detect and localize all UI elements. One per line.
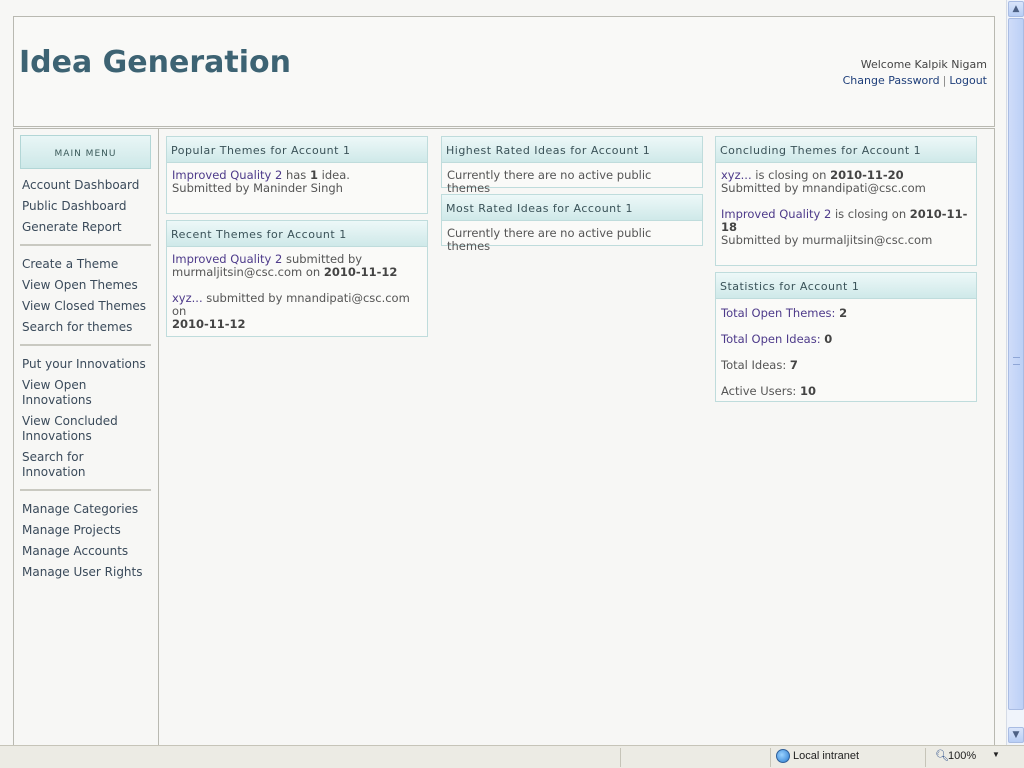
empty-message: Currently there are no active public the… bbox=[447, 226, 652, 253]
menu-divider bbox=[20, 244, 151, 246]
chevron-down-icon[interactable]: ▼ bbox=[992, 750, 1000, 759]
link-separator: | bbox=[942, 74, 947, 87]
theme-link[interactable]: Improved Quality 2 bbox=[172, 252, 282, 266]
stat-row: Total Ideas: 7 bbox=[721, 359, 971, 372]
list-item: xyz... is closing on 2010-11-20 Submitte… bbox=[721, 169, 971, 195]
page: Idea Generation Welcome Kalpik Nigam Cha… bbox=[13, 16, 995, 745]
most-rated-panel: Most Rated Ideas for Account 1 Currently… bbox=[441, 194, 703, 253]
menu-group-innovations: Put your Innovations View Open Innovatio… bbox=[22, 352, 158, 483]
label-text: has bbox=[285, 168, 307, 182]
magnifier-icon[interactable]: 🔍︎ bbox=[935, 749, 949, 762]
statistics-panel: Statistics for Account 1 Total Open Them… bbox=[715, 272, 977, 402]
panel-title: Concluding Themes for Account 1 bbox=[716, 137, 976, 163]
stat-row: Total Open Themes: 2 bbox=[721, 307, 971, 320]
theme-link[interactable]: Improved Quality 2 bbox=[721, 207, 831, 221]
menu-group-dashboards: Account Dashboard Public Dashboard Gener… bbox=[22, 173, 158, 238]
scroll-up-icon[interactable]: ▲ bbox=[1008, 1, 1024, 17]
submitted-by-text: Submitted by mnandipati@csc.com bbox=[721, 181, 926, 195]
label-text: is closing on bbox=[834, 207, 907, 221]
menu-item-manage-user-rights[interactable]: Manage User Rights bbox=[22, 562, 150, 583]
welcome-text: Welcome Kalpik Nigam bbox=[860, 58, 987, 71]
stat-value: 7 bbox=[789, 358, 798, 372]
theme-link[interactable]: Improved Quality 2 bbox=[172, 168, 282, 182]
label-text: idea. bbox=[321, 168, 350, 182]
menu-item-view-open-innovations[interactable]: View Open Innovations bbox=[22, 375, 150, 411]
label-text: submitted by bbox=[285, 252, 363, 266]
date-value: 2010-11-12 bbox=[172, 317, 246, 331]
user-area: Welcome Kalpik Nigam Change Password | Log… bbox=[843, 57, 987, 89]
submitted-by-text: Submitted by murmaljitsin@csc.com bbox=[721, 233, 933, 247]
main-menu-heading: MAIN MENU bbox=[20, 135, 151, 169]
vertical-scrollbar[interactable]: ▲ ▼ bbox=[1006, 0, 1024, 745]
panel-body: Improved Quality 2 submitted by murmalji… bbox=[167, 247, 427, 336]
menu-item-manage-accounts[interactable]: Manage Accounts bbox=[22, 541, 150, 562]
logout-link[interactable]: Logout bbox=[949, 74, 987, 87]
panel-title: Recent Themes for Account 1 bbox=[167, 221, 427, 247]
stat-row: Active Users: 10 bbox=[721, 385, 971, 398]
panel-title: Popular Themes for Account 1 bbox=[167, 137, 427, 163]
label-text: murmaljitsin@csc.com on bbox=[172, 265, 321, 279]
concluding-themes-panel: Concluding Themes for Account 1 xyz... i… bbox=[715, 136, 977, 266]
menu-group-admin: Manage Categories Manage Projects Manage… bbox=[22, 497, 158, 583]
page-title: Idea Generation bbox=[19, 45, 291, 80]
browser-status-bar: Local intranet 🔍︎ 100% ▼ bbox=[0, 745, 1024, 768]
idea-count: 1 bbox=[309, 168, 318, 182]
popular-themes-panel: Popular Themes for Account 1 Improved Qu… bbox=[166, 136, 428, 214]
stat-row: Total Open Ideas: 0 bbox=[721, 333, 971, 346]
scroll-down-icon[interactable]: ▼ bbox=[1008, 727, 1024, 743]
menu-group-themes: Create a Theme View Open Themes View Clo… bbox=[22, 252, 158, 338]
panel-body: xyz... is closing on 2010-11-20 Submitte… bbox=[716, 163, 976, 252]
menu-item-search-themes[interactable]: Search for themes bbox=[22, 317, 150, 338]
highest-rated-panel: Highest Rated Ideas for Account 1 Curren… bbox=[441, 136, 703, 195]
status-pane bbox=[620, 748, 770, 767]
menu-item-search-innovation[interactable]: Search for Innovation bbox=[22, 447, 150, 483]
sidebar: MAIN MENU Account Dashboard Public Dashb… bbox=[14, 129, 159, 745]
grip-icon bbox=[1013, 357, 1020, 365]
browser-viewport: Idea Generation Welcome Kalpik Nigam Cha… bbox=[0, 0, 1006, 745]
stat-value: 2 bbox=[839, 306, 848, 320]
stat-label: Total Ideas: bbox=[721, 358, 787, 372]
panel-title: Statistics for Account 1 bbox=[716, 273, 976, 299]
globe-icon bbox=[776, 749, 790, 763]
security-zone-label: Local intranet bbox=[793, 750, 860, 762]
menu-item-manage-categories[interactable]: Manage Categories bbox=[22, 499, 150, 520]
menu-item-put-innovations[interactable]: Put your Innovations bbox=[22, 354, 150, 375]
zoom-level[interactable]: 100% bbox=[948, 750, 976, 762]
menu-item-view-concluded-innovations[interactable]: View Concluded Innovations bbox=[22, 411, 150, 447]
menu-divider bbox=[20, 489, 151, 491]
total-open-themes-link[interactable]: Total Open Themes: bbox=[721, 306, 835, 320]
theme-link[interactable]: xyz... bbox=[721, 168, 752, 182]
menu-item-view-open-themes[interactable]: View Open Themes bbox=[22, 275, 150, 296]
date-value: 2010-11-12 bbox=[323, 265, 398, 279]
menu-divider bbox=[20, 344, 151, 346]
date-value: 2010-11-20 bbox=[830, 168, 904, 182]
menu-item-generate-report[interactable]: Generate Report bbox=[22, 217, 150, 238]
list-item: Improved Quality 2 is closing on 2010-11… bbox=[721, 208, 971, 247]
panel-body: Improved Quality 2 has 1 idea. Submitted… bbox=[167, 163, 427, 200]
menu-item-view-closed-themes[interactable]: View Closed Themes bbox=[22, 296, 150, 317]
list-item: Improved Quality 2 submitted by murmalji… bbox=[172, 253, 422, 279]
change-password-link[interactable]: Change Password bbox=[843, 74, 940, 87]
menu-item-public-dashboard[interactable]: Public Dashboard bbox=[22, 196, 150, 217]
main-content: MAIN MENU Account Dashboard Public Dashb… bbox=[13, 128, 995, 745]
total-open-ideas-link[interactable]: Total Open Ideas: bbox=[721, 332, 821, 346]
stat-value: 0 bbox=[824, 332, 833, 346]
panel-title: Highest Rated Ideas for Account 1 bbox=[442, 137, 702, 163]
label-text: submitted by mnandipati@csc.com on bbox=[172, 291, 410, 318]
scrollbar-thumb[interactable] bbox=[1008, 18, 1024, 710]
menu-item-account-dashboard[interactable]: Account Dashboard bbox=[22, 175, 150, 196]
stat-label: Active Users: bbox=[721, 384, 797, 398]
menu-item-create-theme[interactable]: Create a Theme bbox=[22, 254, 150, 275]
list-item: xyz... submitted by mnandipati@csc.com o… bbox=[172, 292, 422, 331]
page-header: Idea Generation Welcome Kalpik Nigam Cha… bbox=[13, 16, 995, 127]
submitted-by-text: Submitted by Maninder Singh bbox=[172, 181, 343, 195]
menu-item-manage-projects[interactable]: Manage Projects bbox=[22, 520, 150, 541]
panel-body: Total Open Themes: 2 Total Open Ideas: 0… bbox=[716, 299, 976, 403]
theme-link[interactable]: xyz... bbox=[172, 291, 203, 305]
panel-title: Most Rated Ideas for Account 1 bbox=[442, 195, 702, 221]
stat-value: 10 bbox=[799, 384, 816, 398]
recent-themes-panel: Recent Themes for Account 1 Improved Qua… bbox=[166, 220, 428, 337]
label-text: is closing on bbox=[755, 168, 827, 182]
